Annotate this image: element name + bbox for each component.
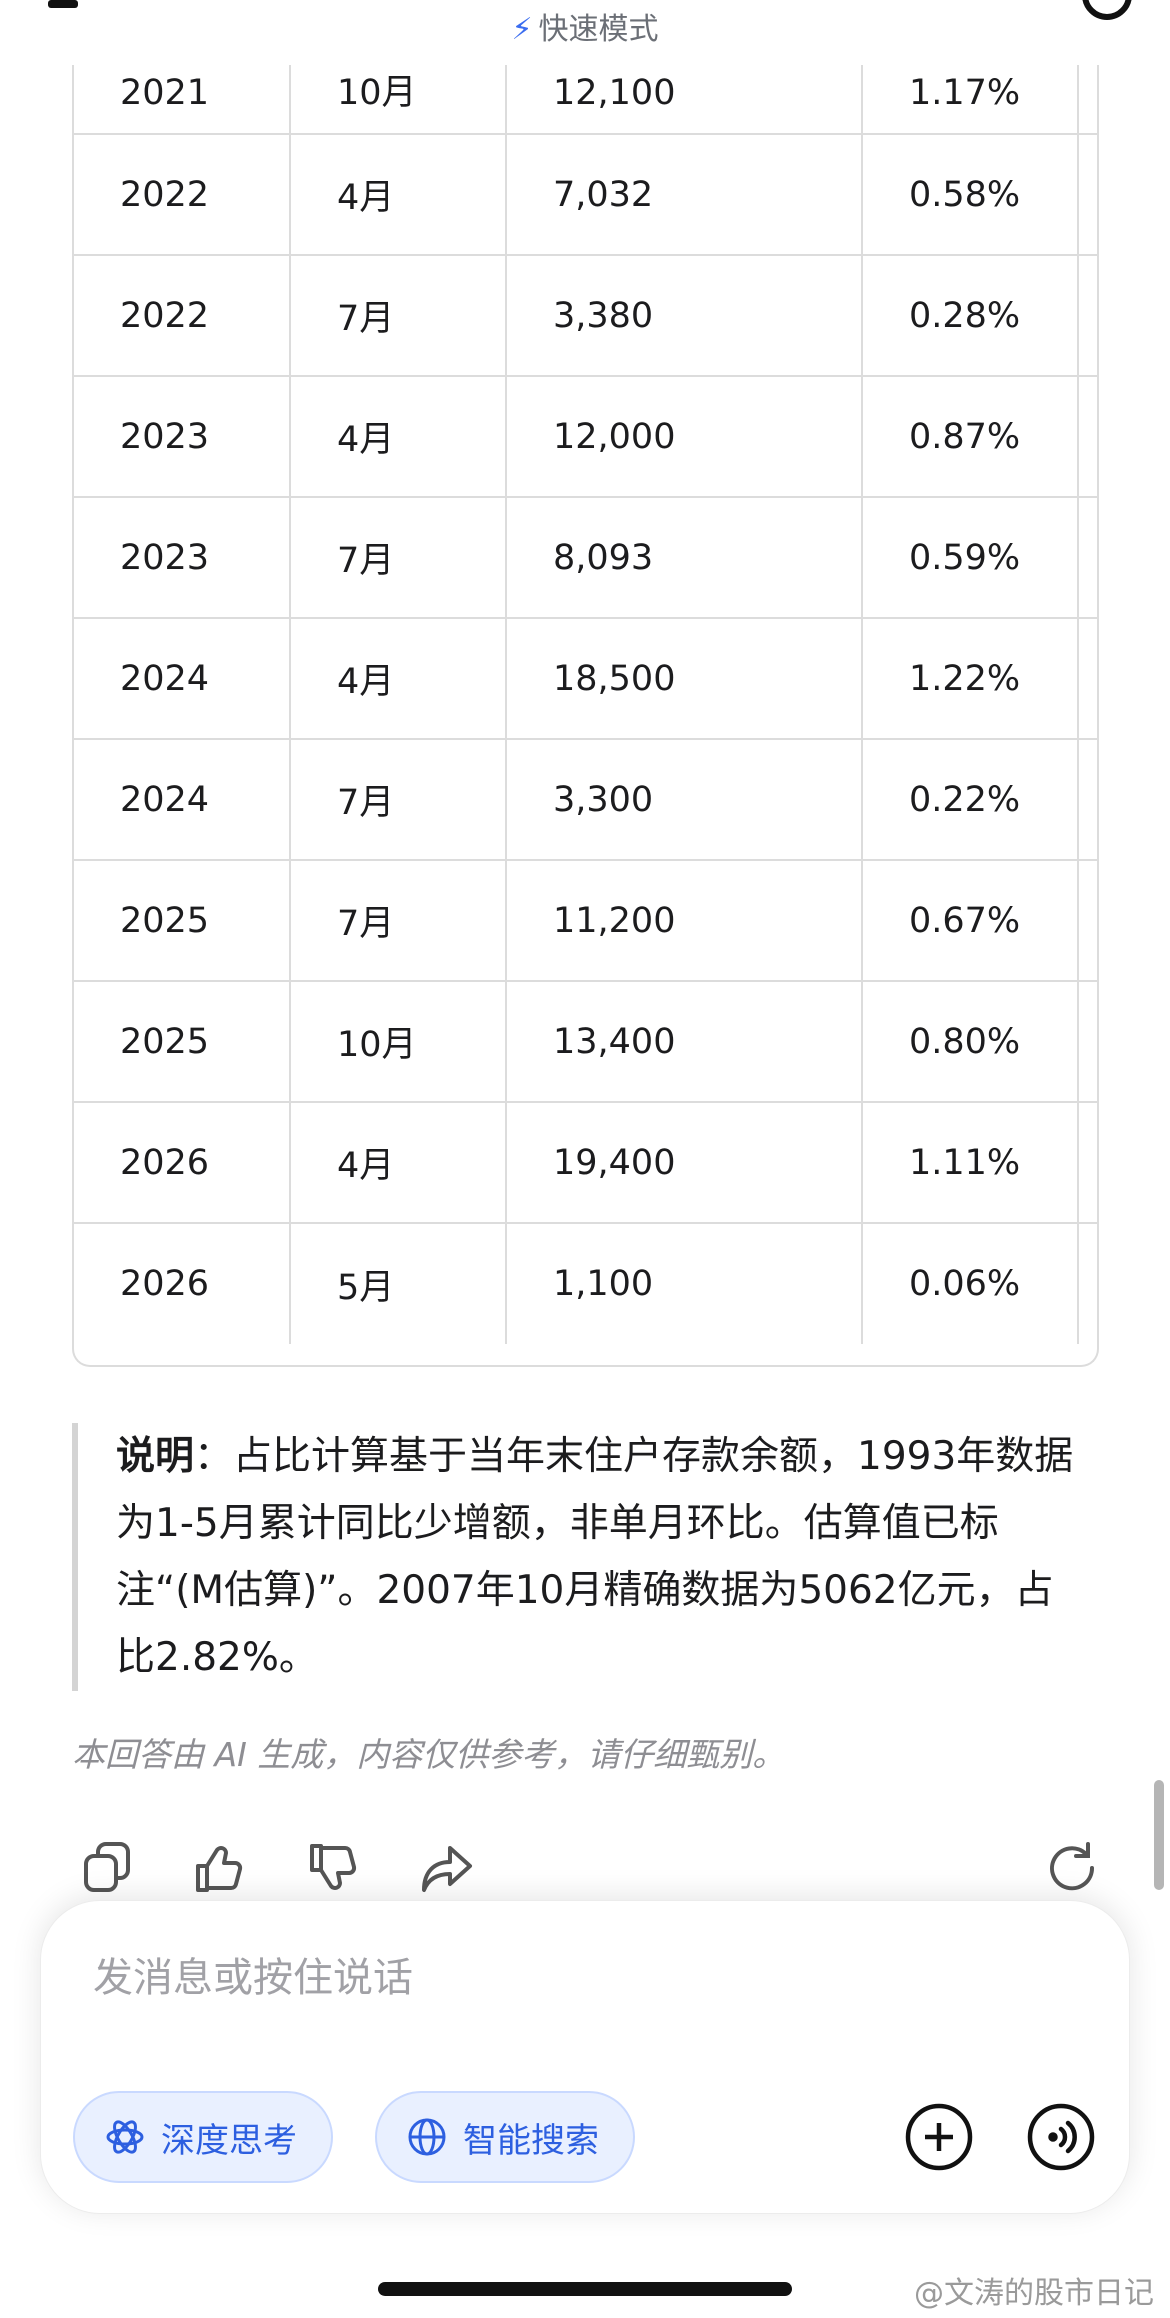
smart-search-button[interactable]: 智能搜索 [375, 2091, 635, 2183]
cell-amount: 8,093 [506, 497, 863, 619]
cell-amount: 7,032 [506, 134, 863, 256]
cell-month: 4月 [290, 134, 507, 256]
mode-indicator[interactable]: ⚡ 快速模式 [0, 4, 1170, 48]
message-actions [0, 1840, 1170, 1900]
cell-year: 2025 [74, 981, 291, 1103]
cell-month: 4月 [290, 618, 507, 740]
cell-overflow [1078, 1102, 1097, 1224]
cell-overflow [1078, 739, 1097, 861]
note-label: 说明 [116, 1434, 195, 1479]
smart-search-label: 智能搜索 [463, 2120, 599, 2161]
cell-percent: 1.17% [862, 65, 1079, 135]
cell-amount: 3,380 [506, 255, 863, 377]
cell-overflow [1078, 65, 1097, 135]
cell-year: 2023 [74, 497, 291, 619]
cell-percent: 0.59% [862, 497, 1079, 619]
table-row: 2022 7月 3,380 0.28% [74, 255, 1097, 377]
table-row: 2025 10月 13,400 0.80% [74, 981, 1097, 1103]
globe-icon [408, 2118, 446, 2156]
cell-amount: 18,500 [506, 618, 863, 740]
table-row: 2026 5月 1,100 0.06% [74, 1223, 1097, 1344]
cell-overflow [1078, 134, 1097, 256]
cell-amount: 13,400 [506, 981, 863, 1103]
plus-icon[interactable] [905, 2103, 973, 2171]
cell-month: 10月 [290, 65, 507, 135]
cell-overflow [1078, 255, 1097, 377]
cell-percent: 1.22% [862, 618, 1079, 740]
ai-disclaimer: 本回答由 AI 生成，内容仅供参考，请仔细甄别。 [72, 1735, 786, 1774]
home-indicator[interactable] [378, 2282, 792, 2296]
table-row: 2023 7月 8,093 0.59% [74, 497, 1097, 619]
message-input[interactable]: 发消息或按住说话 [93, 1945, 413, 2003]
cell-month: 7月 [290, 497, 507, 619]
cell-percent: 0.28% [862, 255, 1079, 377]
cell-month: 5月 [290, 1223, 507, 1344]
table-row: 2021 10月 12,100 1.17% [74, 65, 1097, 135]
lightning-icon: ⚡ [511, 12, 533, 47]
top-bar: ⚡ 快速模式 [0, 0, 1170, 60]
thumbs-up-icon[interactable] [192, 1840, 248, 1896]
cell-month: 7月 [290, 739, 507, 861]
cell-amount: 11,200 [506, 860, 863, 982]
cell-overflow [1078, 1223, 1097, 1344]
cell-month: 7月 [290, 860, 507, 982]
cell-overflow [1078, 376, 1097, 498]
table-row: 2024 7月 3,300 0.22% [74, 739, 1097, 861]
cell-month: 10月 [290, 981, 507, 1103]
cell-overflow [1078, 618, 1097, 740]
cell-month: 4月 [290, 1102, 507, 1224]
atom-icon [106, 2120, 144, 2154]
data-table: 2021 10月 12,100 1.17% 2022 4月 7,032 0.58… [72, 65, 1099, 1367]
cell-month: 7月 [290, 255, 507, 377]
voice-icon[interactable] [1027, 2103, 1095, 2171]
thumbs-down-icon[interactable] [306, 1840, 362, 1896]
cell-amount: 19,400 [506, 1102, 863, 1224]
cell-amount: 12,100 [506, 65, 863, 135]
deep-think-label: 深度思考 [161, 2120, 297, 2161]
note-block: 说明：占比计算基于当年末住户存款余额，1993年数据为1-5月累计同比少增额，非… [72, 1423, 1092, 1691]
cell-overflow [1078, 497, 1097, 619]
mode-label: 快速模式 [538, 12, 659, 47]
table-row: 2024 4月 18,500 1.22% [74, 618, 1097, 740]
cell-month: 4月 [290, 376, 507, 498]
deep-think-button[interactable]: 深度思考 [73, 2091, 333, 2183]
cell-amount: 1,100 [506, 1223, 863, 1344]
cell-year: 2022 [74, 255, 291, 377]
cell-amount: 12,000 [506, 376, 863, 498]
cell-percent: 0.22% [862, 739, 1079, 861]
input-panel: 发消息或按住说话 深度思考 智能搜索 [40, 1900, 1130, 2214]
cell-year: 2025 [74, 860, 291, 982]
refresh-icon[interactable] [1044, 1840, 1100, 1896]
cell-percent: 0.80% [862, 981, 1079, 1103]
cell-percent: 1.11% [862, 1102, 1079, 1224]
cell-year: 2024 [74, 739, 291, 861]
table-row: 2022 4月 7,032 0.58% [74, 134, 1097, 256]
table-row: 2026 4月 19,400 1.11% [74, 1102, 1097, 1224]
share-icon[interactable] [420, 1840, 476, 1896]
cell-percent: 0.87% [862, 376, 1079, 498]
cell-overflow [1078, 860, 1097, 982]
cell-percent: 0.67% [862, 860, 1079, 982]
table-row: 2025 7月 11,200 0.67% [74, 860, 1097, 982]
note-text: ：占比计算基于当年末住户存款余额，1993年数据为1-5月累计同比少增额，非单月… [116, 1434, 1074, 1680]
cell-year: 2023 [74, 376, 291, 498]
cell-year: 2026 [74, 1223, 291, 1344]
copy-icon[interactable] [80, 1840, 136, 1896]
watermark: @文涛的股市日记 [914, 2276, 1154, 2311]
scrollbar[interactable] [1154, 1780, 1164, 1890]
cell-year: 2024 [74, 618, 291, 740]
cell-amount: 3,300 [506, 739, 863, 861]
cell-year: 2021 [74, 65, 291, 135]
table-row: 2023 4月 12,000 0.87% [74, 376, 1097, 498]
cell-percent: 0.58% [862, 134, 1079, 256]
cell-year: 2022 [74, 134, 291, 256]
cell-percent: 0.06% [862, 1223, 1079, 1344]
cell-overflow [1078, 981, 1097, 1103]
cell-year: 2026 [74, 1102, 291, 1224]
